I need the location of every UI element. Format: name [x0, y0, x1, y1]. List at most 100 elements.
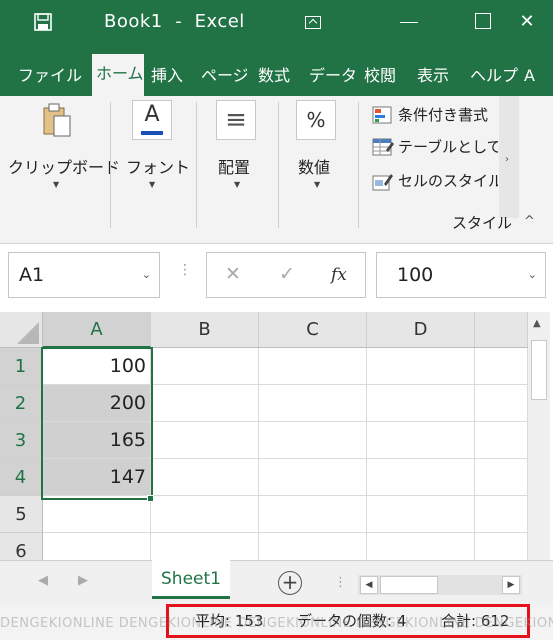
formula-input[interactable]: 100 ⌄ [376, 252, 546, 298]
number-label: 数値 [298, 158, 331, 177]
ribbon-scroll-right[interactable]: › [499, 96, 519, 218]
select-all-button[interactable] [0, 312, 43, 348]
alignment-label: 配置 [218, 158, 251, 177]
tab-data[interactable]: データ [309, 56, 355, 96]
font-label: フォント [126, 158, 191, 177]
cell-d2[interactable] [367, 385, 475, 422]
tab-splitter-handle[interactable]: ⋮ [334, 575, 347, 590]
tab-insert[interactable]: 挿入 [151, 56, 183, 96]
cancel-icon[interactable]: ✕ [225, 263, 241, 285]
conditional-formatting-button[interactable]: 条件付き書式 [372, 104, 498, 128]
cell-a3[interactable]: 165 [43, 422, 151, 459]
cell-e4[interactable] [475, 459, 528, 496]
cell-c4[interactable] [259, 459, 367, 496]
next-sheet-icon[interactable]: ▶ [78, 573, 88, 588]
tab-page-layout[interactable]: ページ [201, 56, 247, 96]
row-header-2[interactable]: 2 [0, 385, 43, 422]
tab-more[interactable]: A [524, 56, 540, 96]
horizontal-scroll-thumb[interactable] [380, 576, 438, 594]
align-icon: ≡ [216, 100, 256, 140]
resize-handle[interactable]: ⋮ [178, 262, 192, 278]
format-as-table-button[interactable]: テーブルとして [372, 136, 498, 160]
cell-c3[interactable] [259, 422, 367, 459]
styles-group-caption: スタイル [452, 214, 513, 232]
cell-styles-label: セルのスタイル [398, 172, 498, 190]
tab-help[interactable]: ヘルプ [470, 56, 518, 96]
column-header-c[interactable]: C [259, 312, 367, 348]
scroll-up-icon[interactable]: ▲ [533, 318, 541, 329]
status-sum[interactable]: 合計: 612 [441, 607, 509, 635]
name-box[interactable]: A1 ⌄ [8, 252, 160, 298]
chevron-down-icon[interactable]: ⌄ [142, 253, 151, 297]
close-icon[interactable]: ✕ [510, 8, 544, 36]
number-button[interactable]: % 数値 ▼ [290, 96, 348, 216]
cell-a4[interactable]: 147 [43, 459, 151, 496]
cell-d5[interactable] [367, 496, 475, 533]
cell-c5[interactable] [259, 496, 367, 533]
cell-b1[interactable] [151, 348, 259, 385]
column-header-b[interactable]: B [151, 312, 259, 348]
cell-c1[interactable] [259, 348, 367, 385]
status-count[interactable]: データの個数: 4 [297, 607, 406, 635]
tab-view[interactable]: 表示 [417, 56, 449, 96]
alignment-button[interactable]: ≡ 配置 ▼ [210, 96, 268, 216]
save-icon[interactable] [30, 12, 56, 34]
tab-formulas[interactable]: 数式 [258, 56, 290, 96]
clipboard-label: クリップボード [8, 158, 121, 177]
row-header-1[interactable]: 1 [0, 348, 43, 385]
cell-styles-icon [372, 172, 394, 192]
tab-review[interactable]: 校閲 [364, 56, 396, 96]
ribbon-tabs: ファイル ホーム 挿入 ページ 数式 データ 校閲 表示 ヘルプ A [0, 46, 553, 96]
cell-b3[interactable] [151, 422, 259, 459]
add-sheet-icon[interactable]: + [278, 571, 302, 595]
cell-e1[interactable] [475, 348, 528, 385]
row-header-4[interactable]: 4 [0, 459, 43, 496]
collapse-ribbon-icon[interactable]: ^ [524, 214, 535, 229]
prev-sheet-icon[interactable]: ◀ [38, 573, 48, 588]
vertical-scrollbar[interactable]: ▲ [528, 312, 550, 568]
tab-file[interactable]: ファイル [18, 56, 82, 96]
cell-d3[interactable] [367, 422, 475, 459]
cell-e5[interactable] [475, 496, 528, 533]
ribbon: クリップボード ▼ A フォント ▼ ≡ 配置 ▼ % 数値 ▼ 条件付き書式 … [0, 96, 553, 244]
cell-b4[interactable] [151, 459, 259, 496]
clipboard-button[interactable]: クリップボード ▼ [8, 96, 120, 216]
column-header-d[interactable]: D [367, 312, 475, 348]
cell-c2[interactable] [259, 385, 367, 422]
cell-e3[interactable] [475, 422, 528, 459]
column-header-e[interactable] [475, 312, 528, 348]
format-as-table-icon [372, 138, 394, 158]
scroll-left-icon[interactable]: ◀ [360, 576, 378, 594]
row-header-5[interactable]: 5 [0, 496, 43, 533]
cell-a5[interactable] [43, 496, 151, 533]
cell-a1[interactable]: 100 [43, 348, 151, 385]
vertical-scroll-thumb[interactable] [531, 340, 547, 400]
percent-icon: % [296, 100, 336, 140]
row-header-3[interactable]: 3 [0, 422, 43, 459]
ribbon-display-icon[interactable] [296, 8, 330, 36]
cell-d4[interactable] [367, 459, 475, 496]
enter-icon[interactable]: ✓ [279, 263, 295, 285]
cell-b5[interactable] [151, 496, 259, 533]
horizontal-scrollbar[interactable]: ◀ ▶ [358, 575, 522, 595]
fill-handle[interactable] [147, 495, 154, 502]
title-bar: Book1 - Excel ✕ [0, 0, 553, 46]
tab-home[interactable]: ホーム [92, 54, 144, 96]
font-button[interactable]: A フォント ▼ [122, 96, 190, 216]
cell-e2[interactable] [475, 385, 528, 422]
sheet-tab-bar: ◀ ▶ Sheet1 + ⋮ ◀ ▶ [0, 559, 553, 604]
restore-icon[interactable] [466, 8, 500, 36]
format-as-table-label: テーブルとして [398, 138, 498, 156]
insert-function-icon[interactable]: fx [331, 265, 347, 285]
column-header-a[interactable]: A [43, 312, 151, 348]
cell-styles-button[interactable]: セルのスタイル [372, 170, 498, 194]
scroll-right-icon[interactable]: ▶ [502, 576, 520, 594]
cell-b2[interactable] [151, 385, 259, 422]
formula-controls: ✕ ✓ fx [206, 252, 366, 298]
minimize-icon[interactable] [392, 8, 426, 36]
cell-d1[interactable] [367, 348, 475, 385]
sheet-tab-sheet1[interactable]: Sheet1 [152, 559, 230, 599]
status-average[interactable]: 平均: 153 [195, 607, 263, 635]
expand-formula-icon[interactable]: ⌄ [528, 253, 537, 297]
cell-a2[interactable]: 200 [43, 385, 151, 422]
